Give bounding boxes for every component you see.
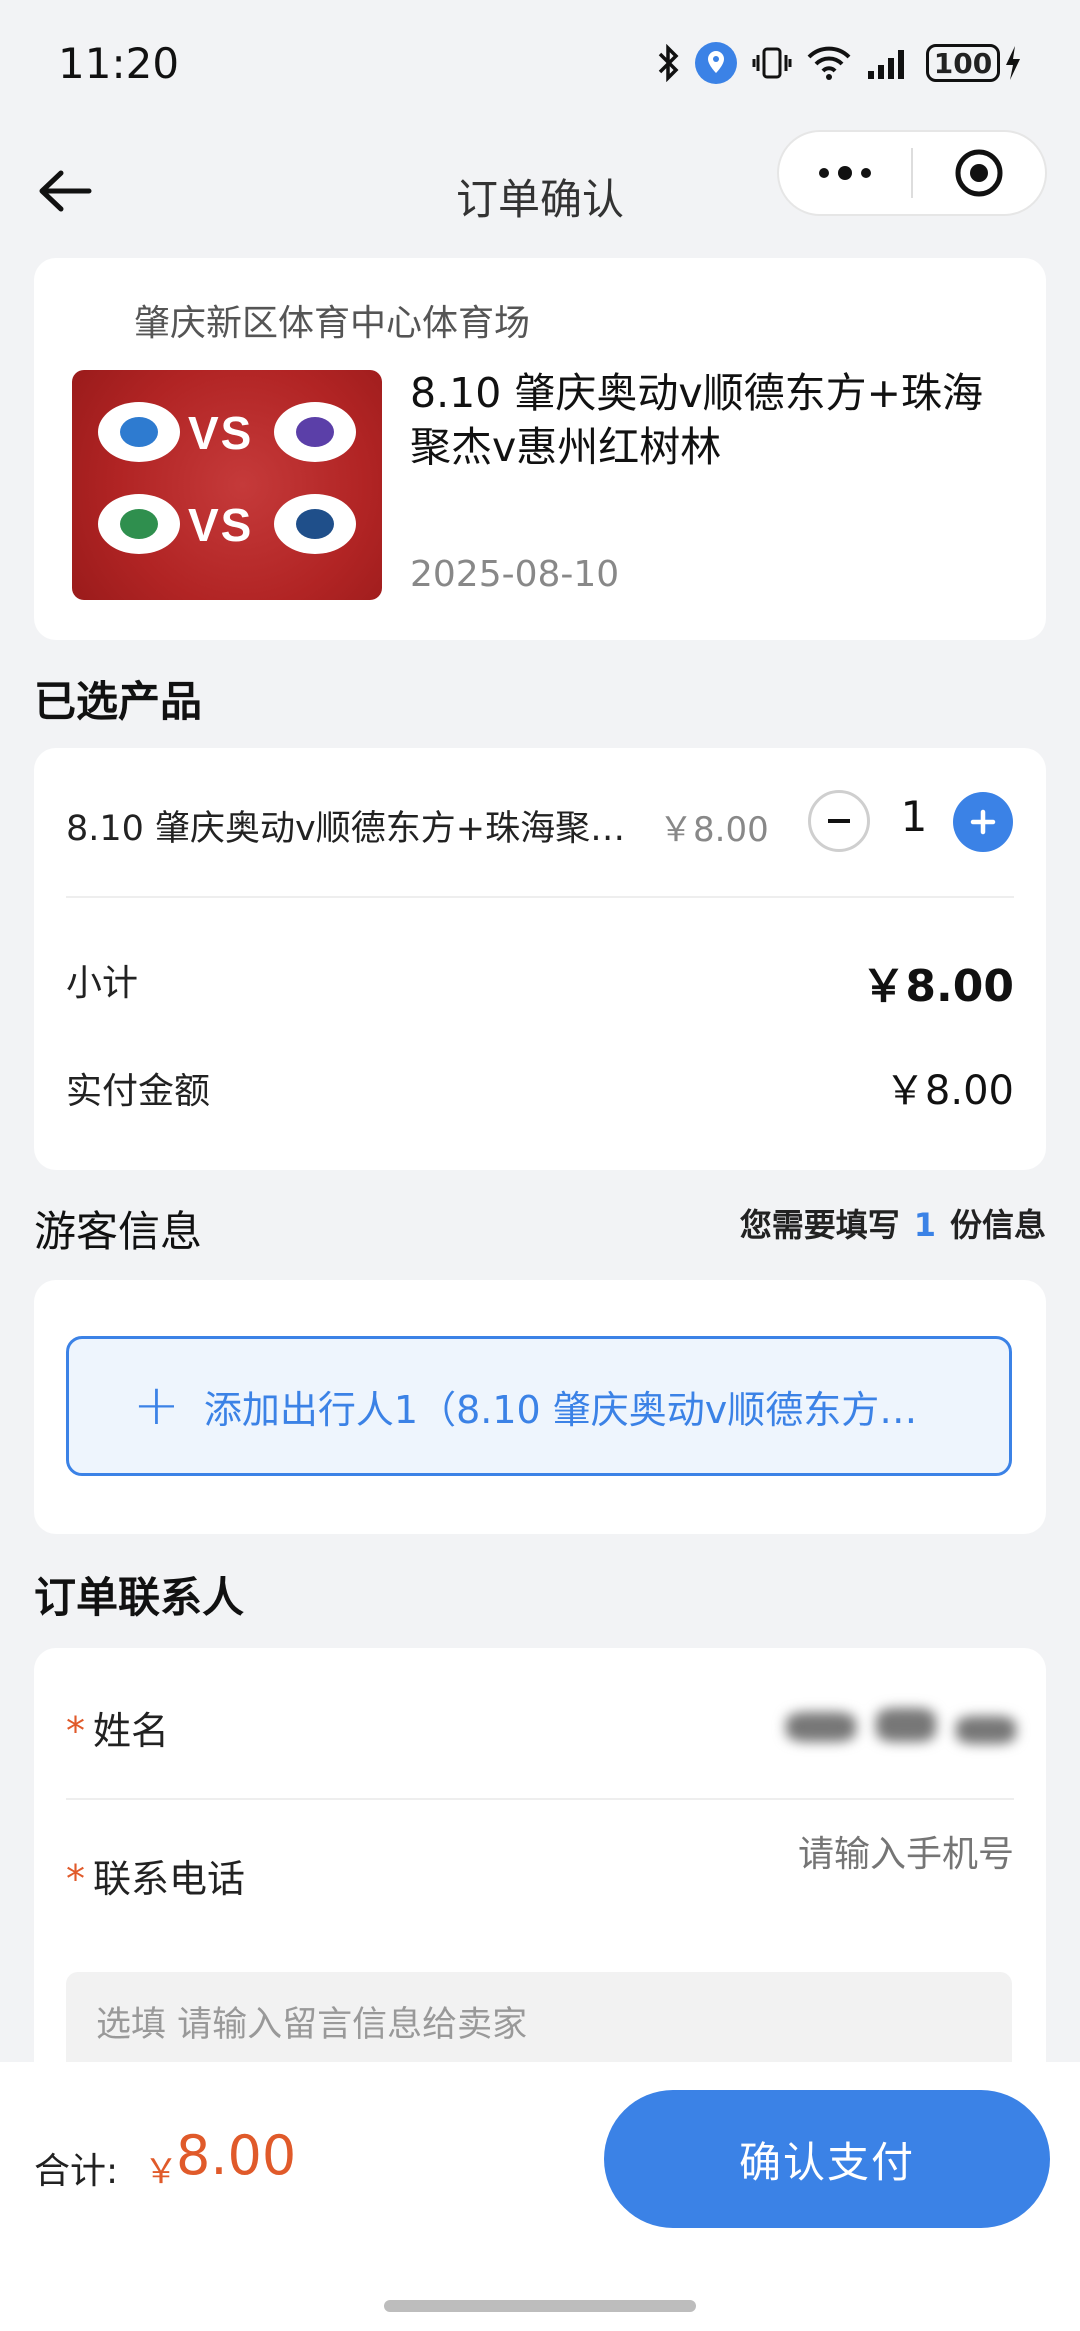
status-time: 11:20: [58, 38, 180, 88]
minus-icon: [828, 819, 850, 823]
contact-section-title: 订单联系人: [34, 1573, 245, 1622]
phone-input[interactable]: [614, 1834, 1014, 1875]
battery-indicator: 100: [926, 44, 1022, 82]
name-label-text: 姓名: [93, 1709, 170, 1753]
add-traveler-button[interactable]: + 添加出行人1（8.10 肇庆奥动v顺德东方+珠海聚杰v惠州红树林）: [66, 1336, 1012, 1476]
phone-label-text: 联系电话: [93, 1857, 246, 1901]
product-name: 8.10 肇庆奥动v顺德东方+珠海聚杰v惠州红树林: [66, 809, 626, 849]
quantity-increase-button[interactable]: [953, 792, 1013, 852]
team-logo: [98, 494, 180, 554]
contact-card: *姓名 *联系电话 选填 请输入留言信息给卖家: [34, 1648, 1046, 2092]
matchup-row-2: VS: [72, 494, 382, 574]
event-title: 8.10 肇庆奥动v顺德东方+珠海聚杰v惠州红树林: [410, 369, 983, 471]
team-logo: [274, 494, 356, 554]
required-mark: *: [66, 1857, 85, 1901]
product-price: ￥8.00: [659, 810, 769, 850]
traveler-hint: 您需要填写 1 份信息: [740, 1200, 1046, 1246]
subtotal-value: ￥8.00: [861, 961, 1014, 1012]
wifi-icon: [807, 46, 851, 80]
divider: [66, 1798, 1014, 1800]
bluetooth-icon: [658, 44, 679, 82]
confirm-pay-button[interactable]: 确认支付: [604, 2090, 1050, 2228]
location-icon: [695, 42, 737, 84]
traveler-section-title: 游客信息: [34, 1207, 203, 1256]
signal-icon: [868, 50, 904, 79]
vs-label: VS: [188, 407, 254, 459]
hint-suffix: 份信息: [949, 1206, 1046, 1244]
event-card[interactable]: 肇庆新区体育中心体育场 VS VS 8.10 肇庆奥动v顺德东方+珠海聚杰v惠州…: [34, 258, 1046, 640]
venue-name: 肇庆新区体育中心体育场: [134, 303, 531, 344]
more-button[interactable]: [779, 132, 911, 214]
paid-amount-label: 实付金额: [66, 1071, 211, 1112]
name-field[interactable]: [776, 1690, 1026, 1760]
phone-label: * 联系电话: [66, 1848, 245, 1903]
nav-bar: 订单确认: [0, 126, 1080, 256]
traveler-card: + 添加出行人1（8.10 肇庆奥动v顺德东方+珠海聚杰v惠州红树林）: [34, 1280, 1046, 1534]
event-thumbnail: VS VS: [72, 370, 382, 600]
vs-label: VS: [188, 499, 254, 551]
checkout-bar: 合计: ￥ 8.00 确认支付: [0, 2062, 1080, 2331]
divider: [66, 896, 1014, 898]
total-amount: 8.00: [176, 2124, 297, 2187]
vibrate-icon: [752, 47, 792, 79]
plus-icon: +: [133, 1373, 180, 1438]
status-bar: 11:20 100: [0, 0, 1080, 126]
team-logo: [274, 402, 356, 462]
hint-count: 1: [913, 1206, 936, 1244]
target-circle-icon: [955, 149, 1003, 197]
hint-prefix: 您需要填写: [739, 1206, 900, 1244]
close-button[interactable]: [913, 132, 1045, 214]
mini-program-capsule: [777, 130, 1047, 216]
more-dots-icon: [819, 166, 871, 180]
name-label: * 姓名: [66, 1700, 169, 1755]
plus-icon: [970, 809, 996, 835]
team-logo: [98, 402, 180, 462]
home-indicator[interactable]: [384, 2300, 696, 2312]
matchup-row-1: VS: [72, 402, 382, 482]
quantity-decrease-button[interactable]: [808, 790, 870, 852]
total-label: 合计:: [34, 2151, 119, 2192]
status-icons: 100: [656, 41, 1022, 85]
products-section-title: 已选产品: [34, 677, 203, 726]
charging-icon: [1006, 46, 1020, 80]
subtotal-label: 小计: [66, 963, 139, 1004]
paid-amount-value: ￥8.00: [884, 1068, 1014, 1114]
add-traveler-label: 添加出行人1（8.10 肇庆奥动v顺德东方+珠海聚杰v惠州红树林）: [203, 1387, 944, 1432]
battery-level: 100: [926, 44, 1000, 82]
event-date: 2025-08-10: [410, 554, 620, 595]
product-card: 8.10 肇庆奥动v顺德东方+珠海聚杰v惠州红树林 ￥8.00 1 小计 ￥8.…: [34, 748, 1046, 1170]
total-currency: ￥: [144, 2152, 178, 2192]
quantity-value: 1: [900, 792, 928, 841]
required-mark: *: [66, 1709, 85, 1753]
